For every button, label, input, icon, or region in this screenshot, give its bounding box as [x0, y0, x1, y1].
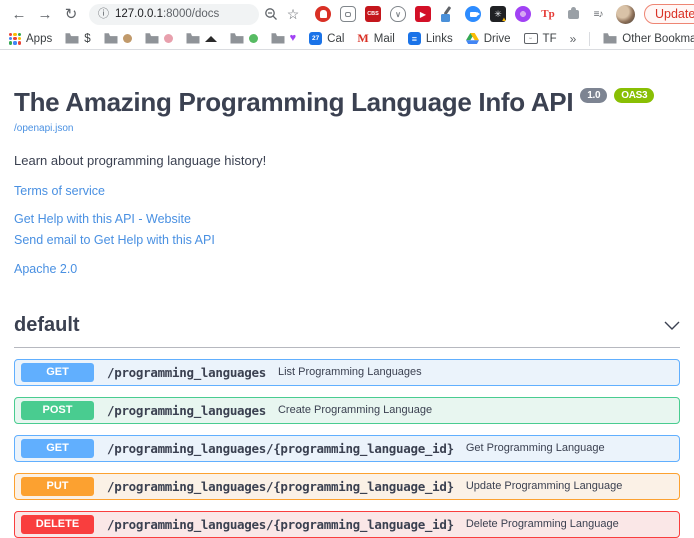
- back-button[interactable]: ←: [7, 2, 31, 26]
- bookmark-drive[interactable]: Drive: [466, 33, 511, 45]
- folder-icon: [603, 33, 617, 44]
- apps-shortcut[interactable]: Apps: [9, 33, 52, 45]
- chevron-down-icon[interactable]: [664, 321, 680, 330]
- endpoint-path: /programming_languages: [107, 403, 266, 418]
- folder-icon: [230, 33, 244, 44]
- bookmark-folder-brain[interactable]: [145, 33, 173, 44]
- flower-extension-icon[interactable]: [515, 6, 531, 22]
- tag-section-title: default: [14, 314, 80, 337]
- bookmark-links[interactable]: ≡ Links: [408, 32, 453, 45]
- warning-icon: ▲: [501, 17, 507, 23]
- terms-of-service-link[interactable]: Terms of service: [14, 184, 105, 198]
- folder-icon: [145, 33, 159, 44]
- adblock-extension-icon[interactable]: [315, 6, 331, 22]
- method-badge-put: PUT: [21, 477, 94, 496]
- bookmark-mail[interactable]: M Mail: [357, 31, 394, 46]
- leaf-emoji: [249, 34, 258, 43]
- brain-emoji: [164, 34, 173, 43]
- openapi-spec-link[interactable]: /openapi.json: [14, 123, 74, 134]
- bookmark-tf[interactable]: ▫▫ TF: [524, 33, 557, 45]
- forward-button[interactable]: →: [33, 2, 57, 26]
- puzzle-extensions-menu-icon[interactable]: [565, 6, 581, 22]
- bookmarks-bar: Apps $ ♥ 27 Cal M Mail ≡ Links Drive: [0, 28, 694, 50]
- version-badge: 1.0: [580, 88, 607, 103]
- bookmark-star-icon[interactable]: ☆: [283, 4, 303, 24]
- site-info-icon[interactable]: ⓘ: [98, 9, 109, 20]
- api-description: Learn about programming language history…: [14, 153, 680, 168]
- reload-button[interactable]: ↻: [59, 2, 83, 26]
- chat-extension-icon[interactable]: [340, 6, 356, 22]
- url-text: 127.0.0.1:8000/docs: [115, 8, 219, 20]
- tp-extension-icon[interactable]: Tp: [540, 6, 556, 22]
- endpoint-row-delete-language[interactable]: DELETE /programming_languages/{programmi…: [14, 511, 680, 538]
- profile-avatar[interactable]: [616, 5, 635, 24]
- endpoint-row-update-language[interactable]: PUT /programming_languages/{programming_…: [14, 473, 680, 500]
- pocket-extension-icon[interactable]: ∨: [390, 6, 406, 22]
- browser-toolbar: ← → ↻ ⓘ 127.0.0.1:8000/docs ☆ CBS ∨ ▶ ✳▲…: [0, 0, 694, 28]
- method-badge-delete: DELETE: [21, 515, 94, 534]
- calendar-icon: 27: [309, 32, 322, 45]
- bookmark-folder-horse[interactable]: [104, 33, 132, 44]
- color-picker-extension-icon[interactable]: [440, 6, 456, 22]
- zoom-meeting-extension-icon[interactable]: [465, 6, 481, 22]
- endpoint-summary: Get Programming Language: [466, 442, 605, 454]
- endpoint-summary: List Programming Languages: [278, 366, 422, 378]
- swagger-page: The Amazing Programming Language Info AP…: [0, 87, 694, 538]
- endpoint-row-create-language[interactable]: POST /programming_languages Create Progr…: [14, 397, 680, 424]
- license-link[interactable]: Apache 2.0: [14, 262, 77, 276]
- bookmark-folder-leaf[interactable]: [230, 33, 258, 44]
- endpoint-row-get-language[interactable]: GET /programming_languages/{programming_…: [14, 435, 680, 462]
- apps-label: Apps: [26, 33, 52, 45]
- folder-icon: [104, 33, 118, 44]
- folder-icon: [65, 33, 79, 44]
- zoom-out-icon[interactable]: [261, 4, 281, 24]
- bookmark-folder-graduation[interactable]: [186, 33, 217, 44]
- extension-icons: CBS ∨ ▶ ✳▲ Tp ≡♪: [315, 6, 606, 22]
- folder-icon: [186, 33, 200, 44]
- endpoint-summary: Create Programming Language: [278, 404, 432, 416]
- contact-email-link[interactable]: Send email to Get Help with this API: [14, 232, 215, 248]
- endpoint-row-list-languages[interactable]: GET /programming_languages List Programm…: [14, 359, 680, 386]
- endpoint-summary: Delete Programming Language: [466, 518, 619, 530]
- horse-emoji: [123, 34, 132, 43]
- purple-heart-emoji: ♥: [290, 33, 297, 44]
- settings-warning-extension-icon[interactable]: ✳▲: [490, 6, 506, 22]
- bookmark-folder-dollar[interactable]: $: [65, 33, 90, 45]
- gmail-icon: M: [357, 31, 368, 46]
- endpoint-path: /programming_languages: [107, 365, 266, 380]
- diamond-arrow-extension-icon[interactable]: ▶: [415, 6, 431, 22]
- bookmark-cal[interactable]: 27 Cal: [309, 32, 344, 45]
- method-badge-get: GET: [21, 439, 94, 458]
- apps-grid-icon: [9, 33, 21, 45]
- tag-section-header[interactable]: default: [14, 314, 680, 348]
- contact-website-link[interactable]: Get Help with this API - Website: [14, 211, 191, 227]
- address-bar[interactable]: ⓘ 127.0.0.1:8000/docs: [89, 4, 259, 25]
- method-badge-get: GET: [21, 363, 94, 382]
- playlist-extension-icon[interactable]: ≡♪: [590, 6, 606, 22]
- links-icon: ≡: [408, 32, 421, 45]
- other-bookmarks[interactable]: Other Bookmarks: [603, 33, 694, 45]
- endpoint-path: /programming_languages/{programming_lang…: [107, 441, 454, 456]
- bookmark-folder-heart[interactable]: ♥: [271, 33, 297, 44]
- page-title: The Amazing Programming Language Info AP…: [14, 87, 680, 118]
- graduation-cap-emoji: [205, 36, 217, 42]
- folder-icon: [271, 33, 285, 44]
- method-badge-post: POST: [21, 401, 94, 420]
- bookmarks-overflow-chevron[interactable]: »: [570, 32, 577, 46]
- endpoint-summary: Update Programming Language: [466, 480, 623, 492]
- tf-icon: ▫▫: [524, 33, 538, 44]
- bookmarks-divider: [589, 32, 590, 46]
- oas3-badge: OAS3: [614, 88, 654, 103]
- cbs-extension-icon[interactable]: CBS: [365, 6, 381, 22]
- google-drive-icon: [466, 33, 479, 44]
- endpoint-path: /programming_languages/{programming_lang…: [107, 517, 454, 532]
- endpoint-path: /programming_languages/{programming_lang…: [107, 479, 454, 494]
- update-menu-button[interactable]: Update ⋮: [644, 4, 694, 24]
